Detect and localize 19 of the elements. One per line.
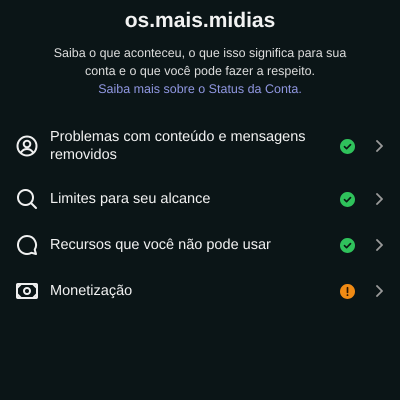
search-icon <box>16 188 38 210</box>
status-list-item[interactable]: Limites para seu alcance <box>0 176 400 222</box>
check-badge-icon <box>340 192 355 206</box>
status-list-item[interactable]: Monetização <box>0 268 400 314</box>
person-circle-icon <box>16 135 38 157</box>
learn-more-link[interactable]: Saiba mais sobre o Status da Conta. <box>98 82 302 96</box>
chevron-right-icon <box>375 192 384 206</box>
description-text: Saiba o que aconteceu, o que isso significa para sua conta e o que você pode fazer a respeito. Saiba mais sobre o Status da Conta. <box>52 45 348 98</box>
status-list-item[interactable]: Recursos que você não pode usar <box>0 222 400 268</box>
warning-badge-icon <box>340 284 355 298</box>
chevron-right-icon <box>375 238 384 252</box>
chevron-right-icon <box>375 284 384 298</box>
banknote-icon <box>16 282 38 300</box>
chevron-right-icon <box>375 139 384 153</box>
status-list-item[interactable]: Problemas com conteúdo e mensagens removidos <box>0 116 400 176</box>
check-badge-icon <box>340 238 355 252</box>
check-badge-icon <box>340 138 355 154</box>
account-name: os.mais.midias <box>124 8 276 34</box>
speech-bubble-icon <box>16 234 38 256</box>
